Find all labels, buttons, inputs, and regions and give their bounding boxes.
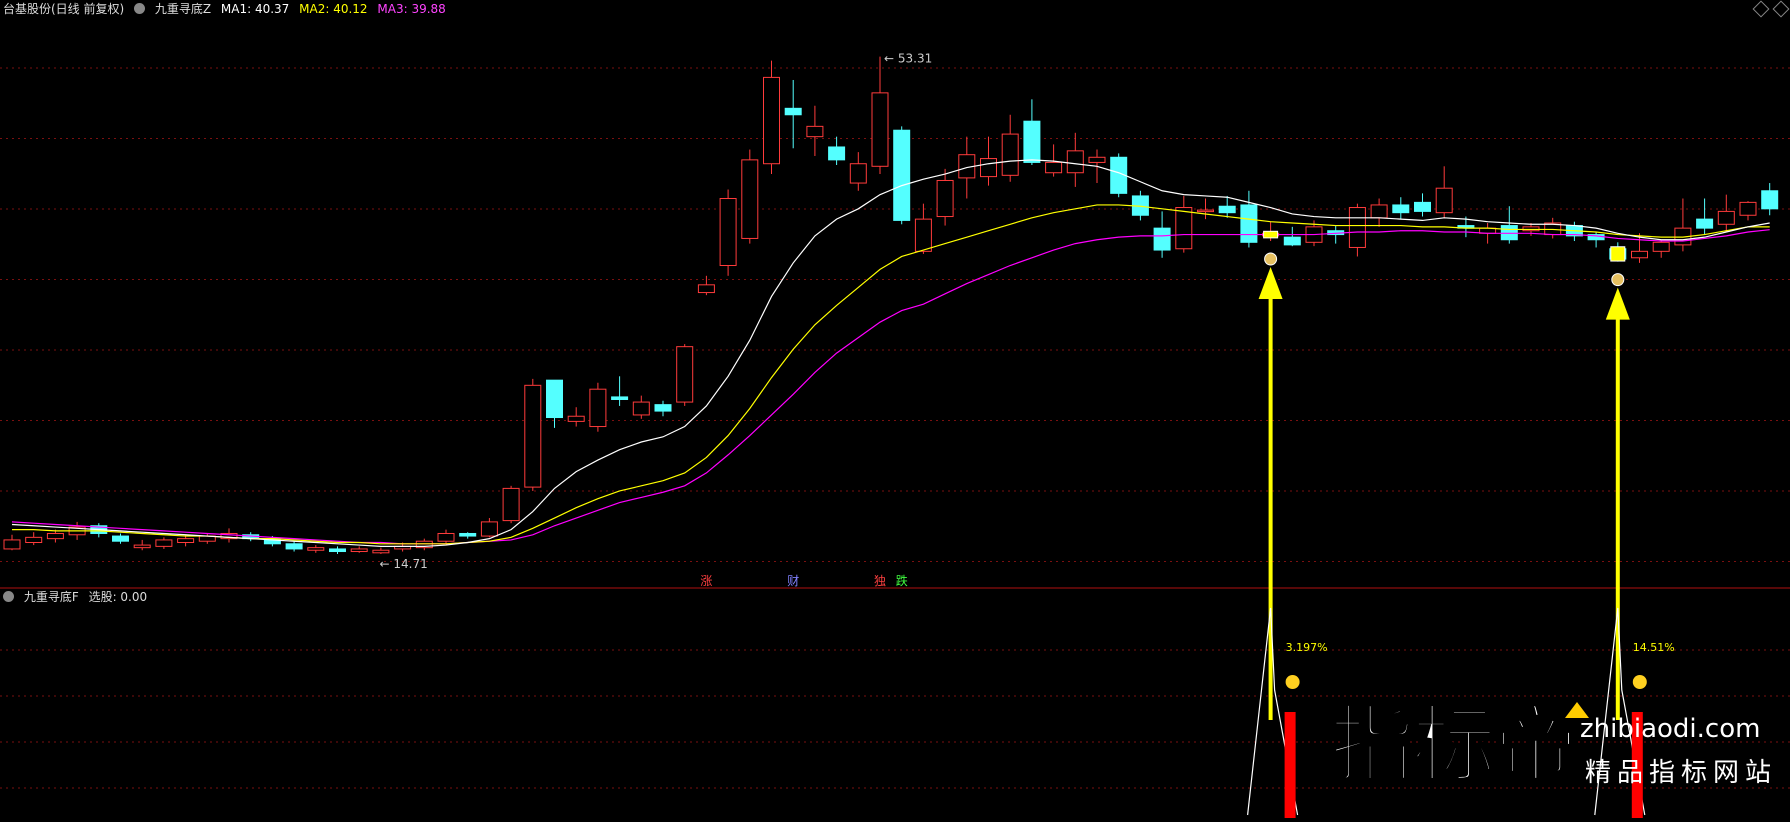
ma3-line	[11, 229, 1770, 545]
candle-body	[1218, 205, 1236, 214]
candle-body	[676, 346, 694, 403]
candle-body	[1001, 133, 1019, 176]
money-bag-icon	[1611, 273, 1625, 287]
candle-body	[1175, 207, 1193, 250]
watermark-slogan: 精品指标网站	[1585, 758, 1778, 788]
candle-body	[1761, 190, 1779, 210]
candle-body	[1652, 241, 1670, 252]
candle-body	[828, 146, 846, 161]
candle-body	[133, 544, 151, 549]
candle-body	[1088, 156, 1106, 163]
candle-body	[632, 401, 650, 416]
candle-body	[1696, 218, 1714, 229]
indicator-name: 九重寻底Z	[154, 2, 212, 16]
candle-body	[459, 532, 477, 537]
candle-body	[480, 521, 498, 537]
candle-body	[1023, 120, 1041, 163]
candle-body	[112, 535, 129, 542]
candle-body	[1045, 161, 1063, 174]
sub-signal-bar	[1284, 712, 1296, 818]
candle-body	[806, 125, 824, 138]
settings-icon[interactable]	[134, 3, 146, 14]
candle-body	[763, 76, 780, 165]
marker-label: 独	[874, 574, 886, 588]
candle-body	[936, 179, 954, 218]
candle-body	[1240, 204, 1258, 243]
watermark-brand-en: zhibiaodi.com	[1580, 714, 1761, 744]
ma1-label: MA1: 40.37	[220, 2, 290, 16]
ma2-line	[12, 204, 1770, 545]
signal-arrow-head	[1258, 267, 1283, 300]
ma1-line	[11, 159, 1770, 547]
marker-label: 涨	[700, 573, 712, 588]
signal-candle	[1610, 246, 1626, 262]
signal-arrow-head	[1605, 287, 1630, 320]
candle-body	[893, 129, 911, 221]
candle-body	[1283, 236, 1301, 246]
candle-body	[1392, 204, 1410, 214]
candle-body	[329, 548, 346, 553]
candle-body	[914, 218, 932, 252]
candle-body	[25, 536, 43, 544]
sub-indicator-name: 九重寻底F	[23, 590, 79, 604]
candle-body	[1066, 150, 1084, 174]
candle-body	[741, 159, 759, 239]
candle-body	[372, 549, 390, 554]
candle-body	[1631, 250, 1648, 259]
candle-body	[1435, 187, 1453, 214]
candle-body	[719, 198, 737, 267]
candle-body	[46, 532, 64, 540]
candle-body	[1414, 201, 1431, 212]
candle-body	[1370, 204, 1388, 219]
smiley-icon	[1285, 675, 1300, 689]
candle-body	[849, 163, 867, 184]
candle-body	[980, 158, 997, 178]
main-chart-header: 台基股份(日线 前复权) 九重寻底Z MA1: 40.37 MA2: 40.12…	[3, 2, 452, 16]
signal-pct-label: 3.197%	[1286, 641, 1328, 654]
marker-label: 跌	[896, 573, 908, 588]
candle-body	[546, 379, 563, 419]
candle-body	[177, 538, 195, 544]
sub-settings-icon[interactable]	[3, 591, 14, 602]
candle-body	[1348, 207, 1366, 248]
signal-candle	[1263, 230, 1279, 239]
candle-body	[307, 547, 325, 551]
money-bag-icon	[1264, 252, 1278, 266]
candle-body	[1739, 201, 1757, 216]
high-price-label: ← 53.31	[884, 52, 932, 66]
candle-body	[3, 539, 21, 550]
candle-body	[524, 384, 542, 488]
candle-body	[1500, 225, 1518, 241]
candle-body	[350, 548, 368, 553]
chart-stage: ← 53.31 ← 14.71 涨 财 独跌 3.197% 14.51% 台基股份(日线 前…	[0, 0, 1790, 818]
watermark-brand-cn: 指标帝	[1328, 696, 1579, 794]
candle-body	[784, 107, 802, 116]
sub-chart-header: 九重寻底F 选股: 0.00	[3, 590, 153, 604]
candle-body	[155, 539, 173, 547]
candle-body	[1717, 210, 1735, 225]
candle-body	[589, 388, 607, 428]
ma2-label: MA2: 40.12	[299, 2, 368, 16]
candle-body	[654, 404, 672, 412]
candle-body	[567, 415, 585, 422]
smiley-icon	[1632, 675, 1647, 689]
candle-body	[1153, 227, 1171, 251]
candle-body	[285, 543, 303, 550]
marker-label: 财	[787, 574, 799, 588]
low-price-label: ← 14.71	[380, 557, 428, 571]
watermark-logo: 指标帝 zhibiaodi.com 精品指标网站	[1328, 696, 1790, 818]
stock-name: 台基股份(日线 前复权)	[3, 2, 125, 16]
crown-icon	[1565, 702, 1589, 718]
candle-body	[871, 92, 889, 167]
candle-body	[437, 532, 455, 542]
candle-body	[502, 487, 520, 522]
candle-body	[1197, 209, 1214, 213]
candle-body	[697, 284, 715, 294]
candle-body	[611, 396, 629, 400]
candle-body	[1522, 226, 1540, 232]
signal-pct-label: 14.51%	[1633, 641, 1675, 654]
ma3-label: MA3: 39.88	[377, 2, 446, 16]
sub-value-label: 选股: 0.00	[88, 590, 148, 604]
